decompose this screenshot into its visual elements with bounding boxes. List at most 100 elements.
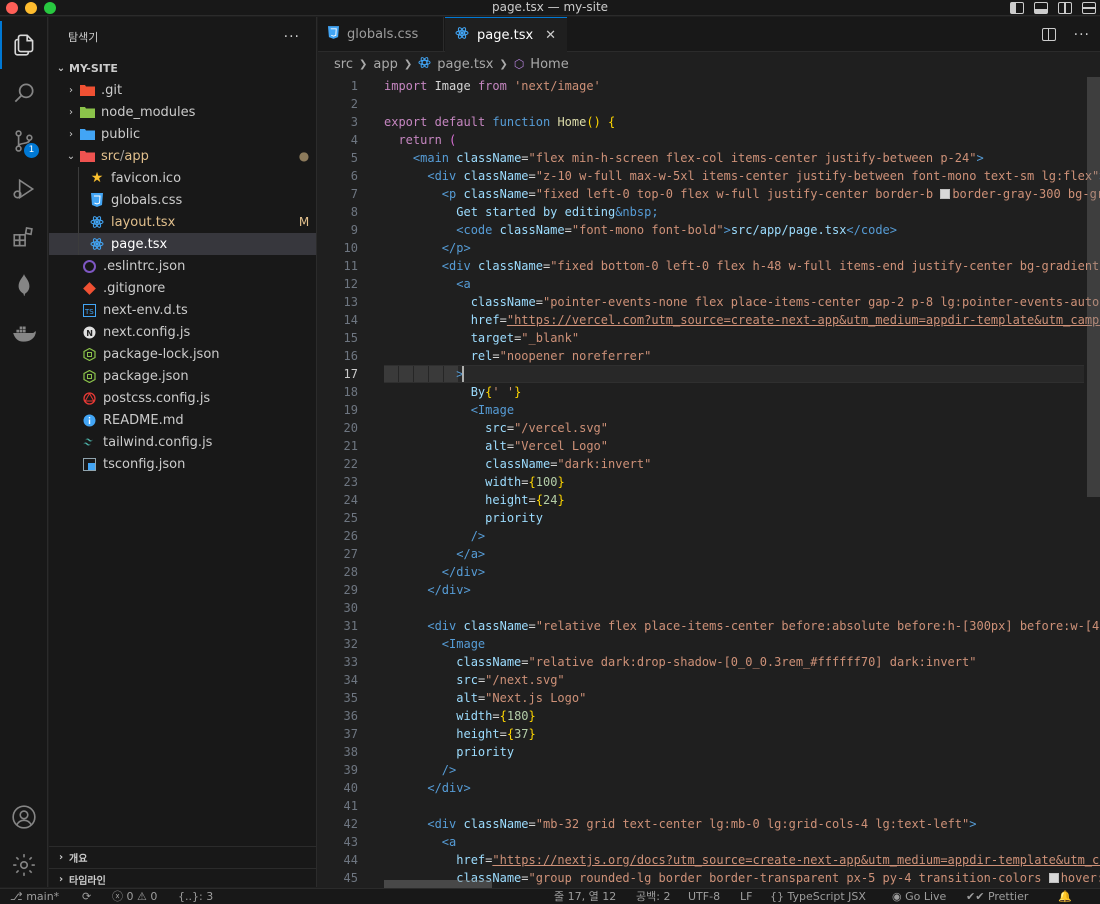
code-line[interactable]: 5 <main className="flex min-h-screen fle… bbox=[318, 149, 1100, 167]
code-line[interactable]: 29 </div> bbox=[318, 581, 1100, 599]
code-line[interactable]: 31 <div className="relative flex place-i… bbox=[318, 617, 1100, 635]
code-line[interactable]: 13 className="pointer-events-none flex p… bbox=[318, 293, 1100, 311]
problems-status[interactable]: ⓧ 0 ⚠ 0 bbox=[112, 889, 157, 904]
code-line[interactable]: 16 rel="noopener noreferrer" bbox=[318, 347, 1100, 365]
accounts-icon[interactable] bbox=[0, 793, 48, 841]
code-line[interactable]: 18 By{' '} bbox=[318, 383, 1100, 401]
indentation-status[interactable]: 공백: 2 bbox=[636, 889, 670, 904]
tree-item-postcss-config[interactable]: postcss.config.js bbox=[49, 387, 316, 409]
code-line[interactable]: 23 width={100} bbox=[318, 473, 1100, 491]
code-line[interactable]: 38 priority bbox=[318, 743, 1100, 761]
code-line[interactable]: 21 alt="Vercel Logo" bbox=[318, 437, 1100, 455]
code-line[interactable]: 24 height={24} bbox=[318, 491, 1100, 509]
code-line[interactable]: 44 href="https://nextjs.org/docs?utm_sou… bbox=[318, 851, 1100, 869]
tree-item-package-lock[interactable]: package-lock.json bbox=[49, 343, 316, 365]
code-editor[interactable]: 1 import Image from 'next/image' 2 3 export … bbox=[318, 77, 1100, 887]
eol-status[interactable]: LF bbox=[740, 889, 752, 904]
encoding-status[interactable]: UTF-8 bbox=[688, 889, 720, 904]
code-line[interactable]: 26 /> bbox=[318, 527, 1100, 545]
toggle-primary-sidebar-icon[interactable] bbox=[1010, 2, 1024, 14]
code-line[interactable]: 39 /> bbox=[318, 761, 1100, 779]
tree-item-favicon[interactable]: ★ favicon.ico bbox=[49, 167, 316, 189]
tree-item-tsconfig[interactable]: tsconfig.json bbox=[49, 453, 316, 475]
breadcrumb-item[interactable]: app bbox=[373, 57, 397, 72]
source-control-icon[interactable]: 1 bbox=[0, 117, 48, 165]
tree-item-package-json[interactable]: package.json bbox=[49, 365, 316, 387]
code-line[interactable]: 1 import Image from 'next/image' bbox=[318, 77, 1100, 95]
code-line[interactable]: 8 Get started by editing&nbsp; bbox=[318, 203, 1100, 221]
code-line[interactable]: 4 return ( bbox=[318, 131, 1100, 149]
workspace-folder[interactable]: ⌄ MY-SITE bbox=[49, 57, 316, 79]
code-line[interactable]: 14 href="https://vercel.com?utm_source=c… bbox=[318, 311, 1100, 329]
code-line[interactable]: 34 src="/next.svg" bbox=[318, 671, 1100, 689]
code-line[interactable]: 10 </p> bbox=[318, 239, 1100, 257]
tree-item-layout-tsx[interactable]: layout.tsx M bbox=[49, 211, 316, 233]
code-line[interactable]: 12 <a bbox=[318, 275, 1100, 293]
tree-item-src-app[interactable]: ⌄ src/app ● bbox=[49, 145, 316, 167]
vertical-scrollbar[interactable] bbox=[1087, 77, 1100, 497]
code-line[interactable]: 36 width={180} bbox=[318, 707, 1100, 725]
explorer-icon[interactable] bbox=[0, 21, 48, 69]
code-line[interactable]: 40 </div> bbox=[318, 779, 1100, 797]
color-swatch[interactable] bbox=[1048, 873, 1059, 883]
search-icon[interactable] bbox=[0, 69, 48, 117]
tree-item-next-env[interactable]: TS next-env.d.ts bbox=[49, 299, 316, 321]
color-swatch[interactable] bbox=[940, 189, 951, 199]
go-live-button[interactable]: ◉ Go Live bbox=[892, 889, 946, 904]
code-line[interactable]: 2 bbox=[318, 95, 1100, 113]
split-editor-icon[interactable] bbox=[1041, 28, 1056, 41]
toggle-secondary-sidebar-icon[interactable] bbox=[1058, 2, 1072, 14]
tree-item-node-modules[interactable]: › node_modules bbox=[49, 101, 316, 123]
mongodb-icon[interactable] bbox=[0, 261, 48, 309]
close-tab-icon[interactable]: ✕ bbox=[545, 28, 556, 43]
tree-item-gitignore[interactable]: .gitignore bbox=[49, 277, 316, 299]
tree-item-git[interactable]: › .git bbox=[49, 79, 316, 101]
branch-status[interactable]: ⎇ main* bbox=[10, 889, 59, 904]
braces-status[interactable]: {..}: 3 bbox=[178, 889, 213, 904]
code-line[interactable]: 15 target="_blank" bbox=[318, 329, 1100, 347]
code-line[interactable]: 19 <Image bbox=[318, 401, 1100, 419]
tab-globals-css[interactable]: globals.css bbox=[318, 17, 444, 52]
run-debug-icon[interactable] bbox=[0, 165, 48, 213]
tree-item-readme[interactable]: README.md bbox=[49, 409, 316, 431]
tree-item-page-tsx[interactable]: page.tsx bbox=[49, 233, 316, 255]
code-line[interactable]: 7 <p className="fixed left-0 top-0 flex … bbox=[318, 185, 1100, 203]
toggle-panel-icon[interactable] bbox=[1034, 2, 1048, 14]
manage-gear-icon[interactable] bbox=[0, 841, 48, 889]
sync-icon[interactable]: ⟳ bbox=[82, 889, 91, 904]
docker-icon[interactable] bbox=[0, 309, 48, 357]
notifications-bell-icon[interactable]: 🔔 bbox=[1058, 889, 1072, 904]
tab-page-tsx[interactable]: page.tsx ✕ bbox=[445, 17, 567, 52]
tree-item-public[interactable]: › public bbox=[49, 123, 316, 145]
code-line[interactable]: 28 </div> bbox=[318, 563, 1100, 581]
tree-item-eslintrc[interactable]: .eslintrc.json bbox=[49, 255, 316, 277]
customize-layout-icon[interactable] bbox=[1082, 2, 1096, 14]
tree-item-next-config[interactable]: N next.config.js bbox=[49, 321, 316, 343]
language-status[interactable]: {} TypeScript JSX bbox=[770, 889, 866, 904]
code-line[interactable]: 27 </a> bbox=[318, 545, 1100, 563]
tree-item-tailwind-config[interactable]: tailwind.config.js bbox=[49, 431, 316, 453]
code-line[interactable]: 30 bbox=[318, 599, 1100, 617]
outline-section[interactable]: › 개요 bbox=[49, 846, 317, 868]
code-line[interactable]: 6 <div className="z-10 w-full max-w-5xl … bbox=[318, 167, 1100, 185]
code-line[interactable]: 9 <code className="font-mono font-bold">… bbox=[318, 221, 1100, 239]
code-line[interactable]: 43 <a bbox=[318, 833, 1100, 851]
breadcrumb-item[interactable]: src bbox=[334, 57, 353, 72]
code-line[interactable]: 37 height={37} bbox=[318, 725, 1100, 743]
prettier-status[interactable]: ✔✔ Prettier bbox=[966, 889, 1028, 904]
code-line[interactable]: 33 className="relative dark:drop-shadow-… bbox=[318, 653, 1100, 671]
code-line[interactable]: 41 bbox=[318, 797, 1100, 815]
code-line[interactable]: 42 <div className="mb-32 grid text-cente… bbox=[318, 815, 1100, 833]
code-line[interactable]: 11 <div className="fixed bottom-0 left-0… bbox=[318, 257, 1100, 275]
extensions-icon[interactable] bbox=[0, 213, 48, 261]
cursor-position[interactable]: 줄 17, 열 12 bbox=[554, 889, 616, 904]
breadcrumb-item[interactable]: page.tsx bbox=[437, 57, 493, 72]
code-line[interactable]: 35 alt="Next.js Logo" bbox=[318, 689, 1100, 707]
code-line[interactable]: 32 <Image bbox=[318, 635, 1100, 653]
more-actions-icon[interactable]: ··· bbox=[284, 29, 300, 45]
breadcrumb-item[interactable]: Home bbox=[530, 57, 568, 72]
code-line[interactable]: 22 className="dark:invert" bbox=[318, 455, 1100, 473]
timeline-section[interactable]: › 타임라인 bbox=[49, 868, 317, 890]
more-actions-icon[interactable]: ··· bbox=[1074, 27, 1090, 43]
code-line[interactable]: 17 > bbox=[318, 365, 1100, 383]
